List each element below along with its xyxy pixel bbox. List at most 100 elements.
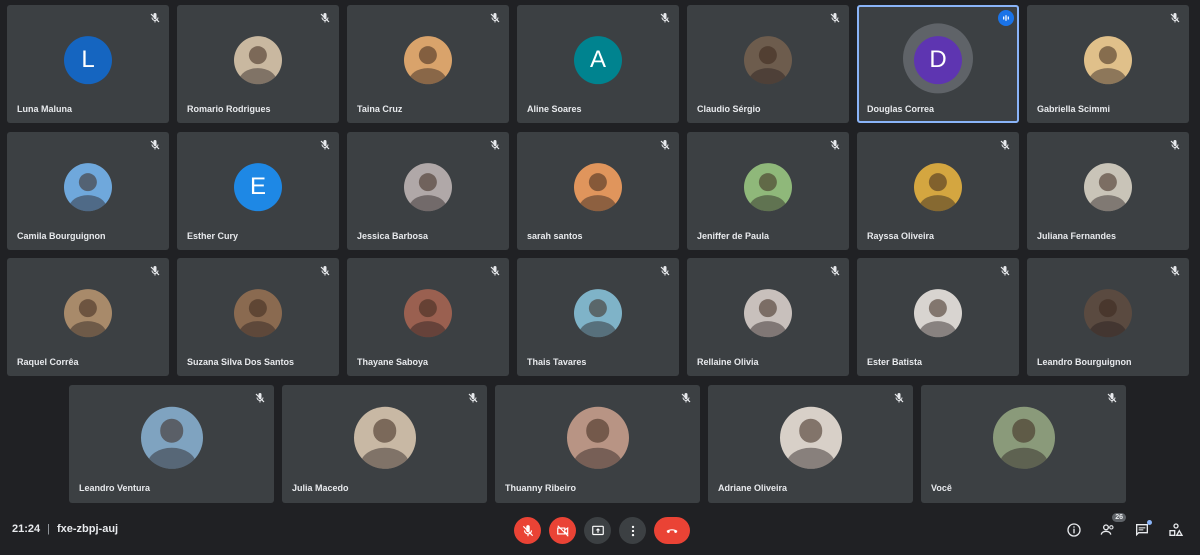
muted-mic-icon xyxy=(830,13,840,23)
muted-mic-icon xyxy=(490,140,500,150)
participant-row-3: Raquel Corrêa Suzana Silva Dos Santos Thay… xyxy=(7,258,1189,376)
mic-off-icon xyxy=(522,524,533,536)
avatar-photo xyxy=(353,406,416,469)
muted-mic-icon xyxy=(490,266,500,276)
chat-notification-dot xyxy=(1147,520,1152,525)
muted-mic-icon xyxy=(320,266,330,276)
participant-name: Jessica Barbosa xyxy=(357,231,429,241)
participant-name: Aline Soares xyxy=(527,104,582,114)
avatar-photo xyxy=(992,406,1055,469)
meeting-info-button[interactable] xyxy=(1064,520,1084,540)
avatar-photo xyxy=(1084,36,1132,85)
hangup-icon xyxy=(666,528,678,533)
participant-tile[interactable]: Claudio Sérgio xyxy=(687,5,849,123)
bottom-toolbar: 21:24 | fxe-zbpj-auj 26 xyxy=(0,508,1200,555)
participant-name: Raquel Corrêa xyxy=(17,357,79,367)
participant-tile[interactable]: Rellaine Olivia xyxy=(687,258,849,376)
participant-tile[interactable]: Thais Tavares xyxy=(517,258,679,376)
participant-tile[interactable]: Adriane Oliveira xyxy=(708,385,913,503)
avatar-photo xyxy=(64,163,112,212)
avatar-photo xyxy=(914,163,962,212)
participant-tile[interactable]: Leandro Ventura xyxy=(69,385,274,503)
participant-tile[interactable]: Você xyxy=(921,385,1126,503)
participant-name: Jeniffer de Paula xyxy=(697,231,770,241)
avatar-photo xyxy=(1084,289,1132,338)
muted-mic-icon xyxy=(490,13,500,23)
participant-name: Adriane Oliveira xyxy=(718,483,788,493)
participant-name: Thayane Saboya xyxy=(357,357,429,367)
participant-tile[interactable]: Julia Macedo xyxy=(282,385,487,503)
participant-tile[interactable]: Romario Rodrigues xyxy=(177,5,339,123)
muted-mic-icon xyxy=(320,140,330,150)
muted-mic-icon xyxy=(320,13,330,23)
muted-mic-icon xyxy=(468,393,478,403)
participant-tile[interactable]: Juliana Fernandes xyxy=(1027,132,1189,250)
participant-name: Luna Maluna xyxy=(17,104,73,114)
people-icon xyxy=(1100,524,1114,535)
avatar-photo xyxy=(140,406,203,469)
muted-mic-icon xyxy=(1000,266,1010,276)
participant-tile[interactable]: Gabriella Scimmi xyxy=(1027,5,1189,123)
muted-mic-icon xyxy=(150,266,160,276)
participant-name: Rellaine Olivia xyxy=(697,357,759,367)
participant-tile[interactable]: Camila Bourguignon xyxy=(7,132,169,250)
leave-call-button[interactable] xyxy=(654,517,690,544)
avatar-photo xyxy=(404,163,452,212)
participant-tile[interactable]: Rayssa Oliveira xyxy=(857,132,1019,250)
participant-name: Camila Bourguignon xyxy=(17,231,106,241)
avatar-photo xyxy=(574,163,622,212)
more-options-button[interactable] xyxy=(619,517,646,544)
participant-name: sarah santos xyxy=(527,231,583,241)
muted-mic-icon xyxy=(1000,140,1010,150)
participant-name: Leandro Ventura xyxy=(79,483,151,493)
avatar-photo xyxy=(566,406,629,469)
participant-tile[interactable]: Suzana Silva Dos Santos xyxy=(177,258,339,376)
participant-tile[interactable]: Jessica Barbosa xyxy=(347,132,509,250)
participant-name: Romario Rodrigues xyxy=(187,104,271,114)
participant-name: Você xyxy=(931,483,952,493)
participant-name: Juliana Fernandes xyxy=(1037,231,1117,241)
chat-button[interactable] xyxy=(1132,520,1152,540)
participant-tile[interactable]: Thuanny Ribeiro xyxy=(495,385,700,503)
participant-tile[interactable]: Ester Batista xyxy=(857,258,1019,376)
participant-grid: L Luna Maluna Romario Rodrigues Taina Cruz A… xyxy=(0,0,1200,508)
participant-name: Ester Batista xyxy=(867,357,923,367)
participant-tile[interactable]: D Douglas Correa xyxy=(857,5,1019,123)
avatar-photo xyxy=(64,289,112,338)
present-screen-button[interactable] xyxy=(584,517,611,544)
microphone-toggle-button[interactable] xyxy=(514,517,541,544)
participant-tile[interactable]: Raquel Corrêa xyxy=(7,258,169,376)
activities-button[interactable] xyxy=(1166,520,1186,540)
avatar-photo xyxy=(1084,163,1132,212)
participant-name: Thais Tavares xyxy=(527,357,587,367)
muted-mic-icon xyxy=(894,393,904,403)
participant-row-1: L Luna Maluna Romario Rodrigues Taina Cruz A… xyxy=(7,5,1189,123)
participant-tile[interactable]: Taina Cruz xyxy=(347,5,509,123)
participant-tile[interactable]: L Luna Maluna xyxy=(7,5,169,123)
avatar-photo xyxy=(404,36,452,85)
participant-tile[interactable]: A Aline Soares xyxy=(517,5,679,123)
avatar-photo xyxy=(914,289,962,338)
people-button[interactable]: 26 xyxy=(1098,513,1126,540)
participant-tile[interactable]: Thayane Saboya xyxy=(347,258,509,376)
participant-tile[interactable]: Leandro Bourguignon xyxy=(1027,258,1189,376)
participant-tile[interactable]: E Esther Cury xyxy=(177,132,339,250)
muted-mic-icon xyxy=(660,266,670,276)
call-controls xyxy=(514,517,690,544)
avatar-photo xyxy=(779,406,842,469)
meeting-time: 21:24 xyxy=(12,523,41,535)
participant-name: Julia Macedo xyxy=(292,483,349,493)
avatar-initial: D xyxy=(914,36,962,85)
side-panel-controls: 26 xyxy=(1064,513,1186,540)
muted-mic-icon xyxy=(255,393,265,403)
avatar-photo xyxy=(404,289,452,338)
participant-name: Douglas Correa xyxy=(867,104,935,114)
participant-tile[interactable]: Jeniffer de Paula xyxy=(687,132,849,250)
avatar-photo xyxy=(744,289,792,338)
muted-mic-icon xyxy=(150,13,160,23)
participant-name: Esther Cury xyxy=(187,231,239,241)
camera-toggle-button[interactable] xyxy=(549,517,576,544)
meeting-separator: | xyxy=(47,523,50,535)
meeting-details[interactable]: 21:24 | fxe-zbpj-auj xyxy=(12,523,118,535)
participant-tile[interactable]: sarah santos xyxy=(517,132,679,250)
